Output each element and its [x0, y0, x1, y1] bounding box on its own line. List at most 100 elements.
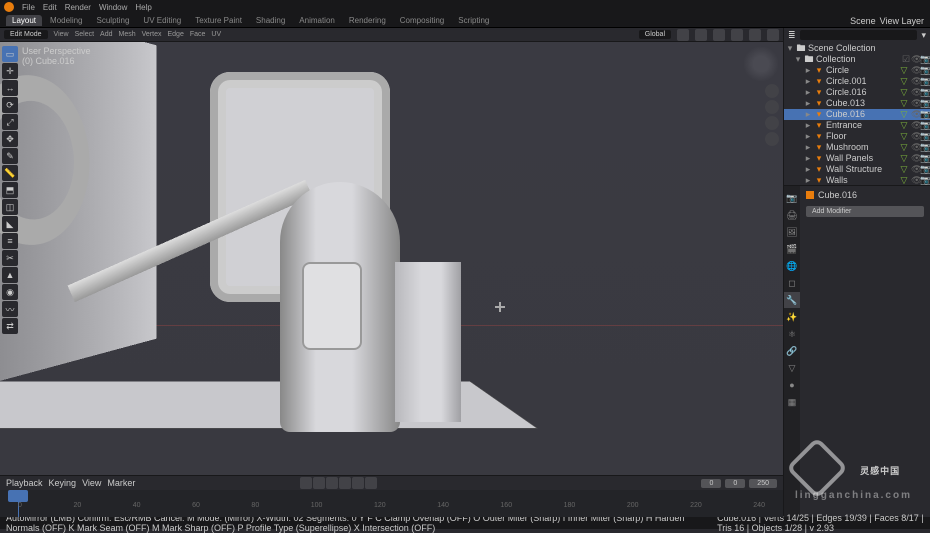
timeline-menu-marker[interactable]: Marker: [107, 478, 135, 488]
shading-wireframe-icon[interactable]: [713, 29, 725, 41]
viewlayer-selector[interactable]: View Layer: [880, 16, 924, 26]
vp-menu-view[interactable]: View: [54, 31, 69, 38]
pan-nav-icon[interactable]: [765, 100, 779, 114]
outliner-filter-icon[interactable]: ▾: [921, 30, 926, 41]
tool-knife[interactable]: ✂: [2, 250, 18, 266]
menu-window[interactable]: Window: [99, 3, 127, 12]
tool-measure[interactable]: 📏: [2, 165, 18, 181]
vp-menu-vertex[interactable]: Vertex: [142, 31, 162, 38]
menu-file[interactable]: File: [22, 3, 35, 12]
ptab-texture-icon[interactable]: ▦: [784, 394, 800, 410]
snap-toggle-icon[interactable]: [677, 29, 689, 41]
outliner-item[interactable]: ▸▾Cube.016▽👁📷: [784, 109, 930, 120]
vp-menu-add[interactable]: Add: [100, 31, 112, 38]
add-modifier-button[interactable]: Add Modifier: [806, 206, 924, 217]
outliner-item[interactable]: ▸▾Walls▽👁📷: [784, 175, 930, 186]
play-icon[interactable]: [339, 477, 351, 489]
ptab-object-icon[interactable]: ◻: [784, 275, 800, 291]
play-reverse-icon[interactable]: [326, 477, 338, 489]
timeline-menu-keying[interactable]: Keying: [49, 478, 77, 488]
outliner-scene-collection[interactable]: ▾🖿 Scene Collection: [784, 43, 930, 54]
tab-modeling[interactable]: Modeling: [44, 15, 88, 26]
tab-layout[interactable]: Layout: [6, 15, 42, 26]
ptab-particles-icon[interactable]: ✨: [784, 309, 800, 325]
ptab-constraints-icon[interactable]: 🔗: [784, 343, 800, 359]
proportional-edit-icon[interactable]: [695, 29, 707, 41]
outliner-item[interactable]: ▸▾Floor▽👁📷: [784, 131, 930, 142]
start-frame-field[interactable]: 0: [725, 479, 745, 488]
persp-ortho-icon[interactable]: [765, 132, 779, 146]
tool-smooth[interactable]: 〰: [2, 301, 18, 317]
outliner-editor-icon[interactable]: ≣: [788, 30, 796, 41]
timeline-menu-playback[interactable]: Playback: [6, 478, 43, 488]
shading-matprev-icon[interactable]: [749, 29, 761, 41]
zoom-nav-icon[interactable]: [765, 84, 779, 98]
outliner-item[interactable]: ▸▾Circle▽👁📷: [784, 65, 930, 76]
menu-help[interactable]: Help: [135, 3, 151, 12]
vp-menu-uv[interactable]: UV: [211, 31, 221, 38]
current-frame-field[interactable]: 0: [701, 479, 721, 488]
ptab-viewlayer-icon[interactable]: 🖼: [784, 224, 800, 240]
ptab-physics-icon[interactable]: ⚛: [784, 326, 800, 342]
vp-menu-face[interactable]: Face: [190, 31, 206, 38]
orbit-gizmo[interactable]: [743, 46, 779, 82]
jump-end-icon[interactable]: [365, 477, 377, 489]
tab-scripting[interactable]: Scripting: [452, 15, 495, 26]
vp-menu-mesh[interactable]: Mesh: [119, 31, 136, 38]
outliner-item[interactable]: ▸▾Entrance▽👁📷: [784, 120, 930, 131]
tab-compositing[interactable]: Compositing: [394, 15, 450, 26]
tool-move[interactable]: ↔: [2, 80, 18, 96]
ptab-modifier-icon[interactable]: 🔧: [784, 292, 800, 308]
tool-edgeslide[interactable]: ⇄: [2, 318, 18, 334]
tool-scale[interactable]: ⤢: [2, 114, 18, 130]
vp-menu-select[interactable]: Select: [75, 31, 94, 38]
next-key-icon[interactable]: [352, 477, 364, 489]
end-frame-field[interactable]: 250: [749, 479, 777, 488]
shading-solid-icon[interactable]: [731, 29, 743, 41]
ptab-render-icon[interactable]: 📷: [784, 190, 800, 206]
outliner-item[interactable]: ▸▾Cube.013▽👁📷: [784, 98, 930, 109]
tool-cursor[interactable]: ✛: [2, 63, 18, 79]
tool-polybuild[interactable]: ▲: [2, 267, 18, 283]
outliner-item[interactable]: ▸▾Mushroom▽👁📷: [784, 142, 930, 153]
camera-nav-icon[interactable]: [765, 116, 779, 130]
tool-rotate[interactable]: ⟳: [2, 97, 18, 113]
tool-loopcut[interactable]: ≡: [2, 233, 18, 249]
outliner-item[interactable]: ▸▾Circle.016▽👁📷: [784, 87, 930, 98]
tool-spin[interactable]: ◉: [2, 284, 18, 300]
tool-extrude[interactable]: ⬒: [2, 182, 18, 198]
tool-bevel[interactable]: ◣: [2, 216, 18, 232]
menu-edit[interactable]: Edit: [43, 3, 57, 12]
tab-sculpting[interactable]: Sculpting: [91, 15, 136, 26]
timeline-ruler[interactable]: 0 20 40 60 80 100 120 140 160 180 200 22…: [0, 490, 783, 517]
orientation-dropdown[interactable]: Global: [639, 30, 671, 39]
outliner-item[interactable]: ▸▾Wall Structure▽👁📷: [784, 164, 930, 175]
tab-texpaint[interactable]: Texture Paint: [189, 15, 248, 26]
jump-start-icon[interactable]: [300, 477, 312, 489]
tool-select-box[interactable]: ▭: [2, 46, 18, 62]
ptab-output-icon[interactable]: 🖨: [784, 207, 800, 223]
outliner-item[interactable]: ▸▾Wall Panels▽👁📷: [784, 153, 930, 164]
viewport-3d-canvas[interactable]: ▭ ✛ ↔ ⟳ ⤢ ✥ ✎ 📏 ⬒ ◫ ◣ ≡ ✂ ▲ ◉ 〰 ⇄ User P…: [0, 42, 783, 475]
prev-key-icon[interactable]: [313, 477, 325, 489]
shading-rendered-icon[interactable]: [767, 29, 779, 41]
tab-rendering[interactable]: Rendering: [343, 15, 392, 26]
scene-selector[interactable]: Scene: [850, 16, 876, 26]
outliner-collection[interactable]: ▾🖿 Collection ☑👁📷: [784, 54, 930, 65]
outliner-item[interactable]: ▸▾Circle.001▽👁📷: [784, 76, 930, 87]
ptab-scene-icon[interactable]: 🎬: [784, 241, 800, 257]
tool-transform[interactable]: ✥: [2, 131, 18, 147]
menu-render[interactable]: Render: [65, 3, 91, 12]
tab-animation[interactable]: Animation: [293, 15, 341, 26]
outliner-search-input[interactable]: [800, 30, 918, 40]
tab-uv[interactable]: UV Editing: [137, 15, 187, 26]
vp-menu-edge[interactable]: Edge: [168, 31, 184, 38]
ptab-material-icon[interactable]: ●: [784, 377, 800, 393]
tool-inset[interactable]: ◫: [2, 199, 18, 215]
tab-shading[interactable]: Shading: [250, 15, 291, 26]
ptab-world-icon[interactable]: 🌐: [784, 258, 800, 274]
timeline-menu-view[interactable]: View: [82, 478, 101, 488]
mode-dropdown[interactable]: Edit Mode: [4, 30, 48, 39]
ptab-mesh-icon[interactable]: ▽: [784, 360, 800, 376]
tool-annotate[interactable]: ✎: [2, 148, 18, 164]
